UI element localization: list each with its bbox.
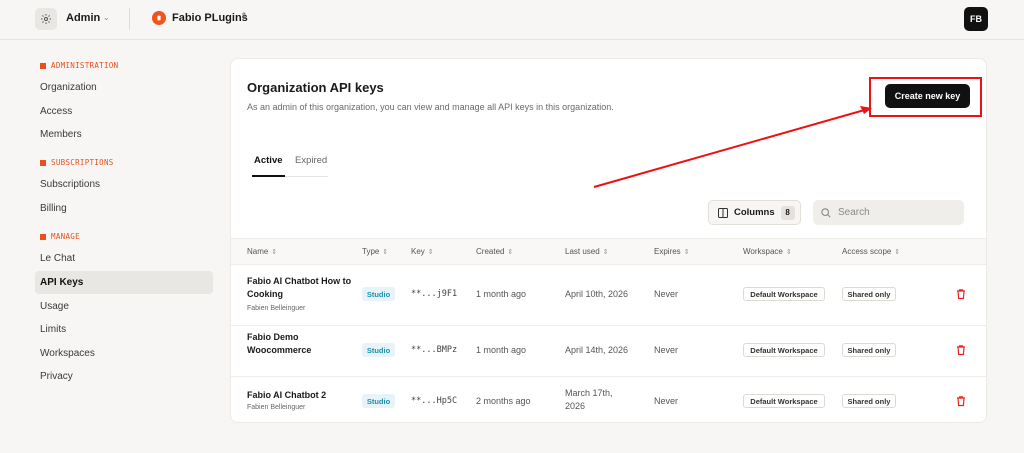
columns-icon [718, 207, 728, 218]
type-badge: Studio [362, 287, 395, 301]
tab-active[interactable]: Active [254, 155, 283, 166]
access-scope-badge: Shared only [842, 343, 896, 357]
search-placeholder: Search [838, 207, 870, 218]
column-header-access-scope[interactable]: Access scope ⇕ [842, 247, 900, 256]
sort-icon: ⇕ [683, 249, 690, 256]
created-value: 1 month ago [476, 345, 527, 355]
access-scope-badge: Shared only [842, 394, 896, 408]
workspace-badge: Default Workspace [743, 394, 825, 408]
row-divider [231, 325, 986, 326]
search-input[interactable]: Search [813, 200, 964, 225]
annotation-arrow [593, 106, 872, 188]
search-icon [821, 207, 831, 218]
key-value: **...Hp5C [411, 396, 458, 406]
key-value: **...j9F1 [411, 289, 458, 299]
delete-trash-icon[interactable] [955, 288, 967, 300]
workspace-badge: Default Workspace [743, 343, 825, 357]
key-value: **...BMPz [411, 345, 458, 355]
sort-icon: ⇕ [507, 249, 514, 256]
active-tab-indicator [252, 175, 285, 177]
expires-value: Never [654, 396, 679, 406]
column-header-workspace[interactable]: Workspace ⇕ [743, 247, 792, 256]
created-value: 2 months ago [476, 396, 531, 406]
sort-icon: ⇕ [427, 249, 434, 256]
last-used-value: April 10th, 2026 [565, 289, 629, 299]
last-used-value: March 17th, 2026 [565, 388, 613, 411]
column-header-key[interactable]: Key ⇕ [411, 247, 434, 256]
workspace-badge: Default Workspace [743, 287, 825, 301]
expires-value: Never [654, 345, 679, 355]
last-used-value: April 14th, 2026 [565, 345, 629, 355]
key-owner: Fabien Belleinguer [247, 305, 306, 312]
tab-expired[interactable]: Expired [295, 155, 327, 166]
columns-button[interactable]: Columns 8 [708, 200, 801, 225]
column-header-expires[interactable]: Expires ⇕ [654, 247, 690, 256]
sort-icon: ⇕ [602, 249, 609, 256]
type-badge: Studio [362, 394, 395, 408]
columns-label: Columns [734, 207, 775, 218]
expires-value: Never [654, 289, 679, 299]
columns-count-badge: 8 [780, 205, 795, 220]
column-header-last-used[interactable]: Last used ⇕ [565, 247, 609, 256]
column-header-type[interactable]: Type ⇕ [362, 247, 388, 256]
sort-icon: ⇕ [894, 249, 901, 256]
access-scope-badge: Shared only [842, 287, 896, 301]
sort-icon: ⇕ [382, 249, 389, 256]
row-divider [231, 376, 986, 377]
sort-icon: ⇕ [785, 249, 792, 256]
key-owner: Fabien Belleinguer [247, 404, 306, 411]
column-header-name[interactable]: Name ⇕ [247, 247, 277, 256]
key-name: Fabio Demo Woocommerce [247, 332, 312, 355]
key-name: Fabio AI Chatbot 2 [247, 390, 327, 400]
delete-trash-icon[interactable] [955, 395, 967, 407]
delete-trash-icon[interactable] [955, 344, 967, 356]
type-badge: Studio [362, 343, 395, 357]
key-name: Fabio AI Chatbot How to Cooking [247, 276, 352, 299]
created-value: 1 month ago [476, 289, 527, 299]
sort-icon: ⇕ [271, 249, 278, 256]
column-header-created[interactable]: Created ⇕ [476, 247, 513, 256]
